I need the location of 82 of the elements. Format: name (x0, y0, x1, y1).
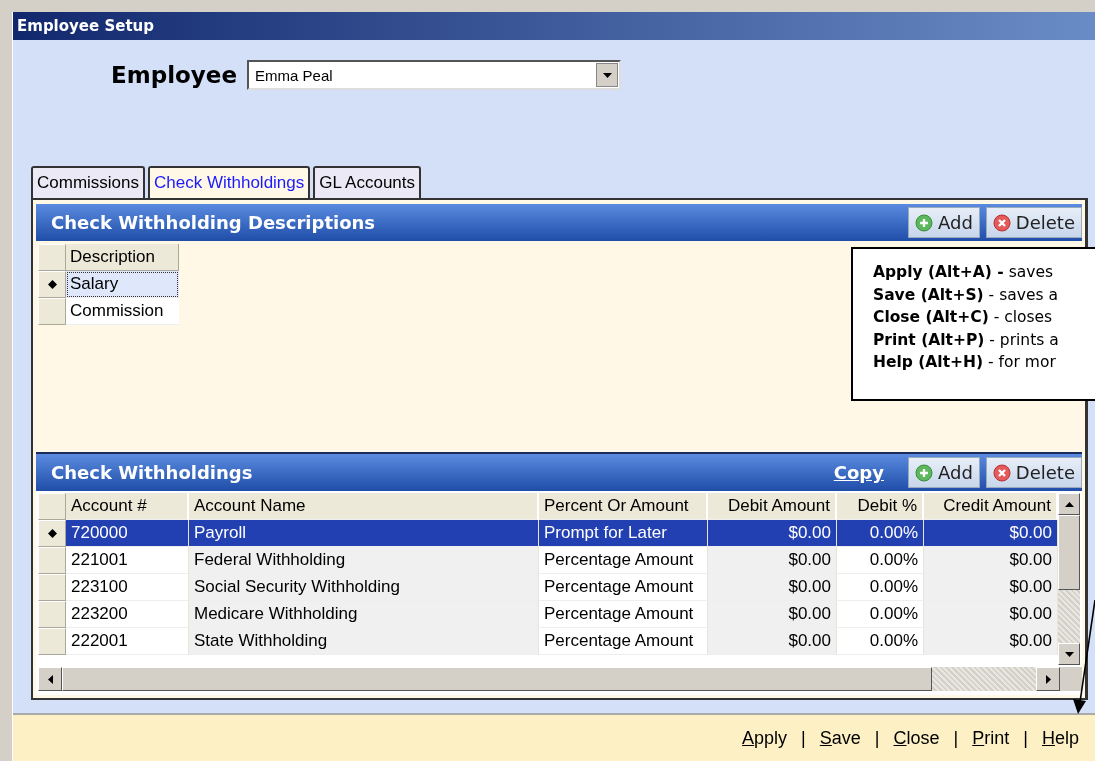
scroll-down-icon[interactable] (1064, 651, 1074, 657)
table-cell: $0.00 (924, 574, 1058, 601)
add-button[interactable]: Add (908, 457, 980, 488)
copy-link[interactable]: Copy (833, 462, 884, 483)
table-cell: 720000 (66, 520, 189, 547)
employee-dropdown[interactable]: Emma Peal (247, 60, 622, 90)
footer-link[interactable]: Print (972, 727, 1010, 749)
section-title: Check Withholdings (51, 462, 253, 483)
window-title: Employee Setup (13, 12, 1095, 40)
callout-text: Print (Alt+P) - prints a (873, 329, 1060, 351)
column-header: Description (66, 244, 179, 271)
column-header: Account Name (189, 493, 539, 520)
table-cell: 223100 (66, 574, 189, 601)
horizontal-scrollbar[interactable] (38, 667, 1082, 691)
footer-link[interactable]: Save (819, 727, 861, 749)
table-cell: 221001 (66, 547, 189, 574)
separator: | (874, 727, 880, 749)
footer-link[interactable]: Close (893, 727, 940, 749)
column-header: Account # (66, 493, 189, 520)
scroll-right-icon[interactable] (1045, 674, 1051, 684)
table-cell: $0.00 (708, 601, 837, 628)
tab[interactable]: Check Withholdings (148, 166, 311, 198)
footer-link[interactable]: Apply (742, 727, 788, 749)
add-button[interactable]: Add (908, 207, 980, 238)
scroll-left-icon[interactable] (47, 674, 53, 684)
tab[interactable]: GL Accounts (313, 166, 422, 198)
table-cell: Federal Withholding (189, 547, 539, 574)
separator: | (953, 727, 959, 749)
delete-button[interactable]: Delete (985, 457, 1082, 488)
table-cell: Percentage Amount (539, 601, 708, 628)
row-indicator-icon (47, 529, 57, 538)
table-cell: 0.00% (837, 574, 924, 601)
row-selector[interactable] (38, 271, 66, 298)
employee-label: Employee (111, 62, 238, 88)
table-cell: $0.00 (708, 628, 837, 655)
table-cell: Medicare Withholding (189, 601, 539, 628)
table-cell: 0.00% (837, 520, 924, 547)
callout-text: Help (Alt+H) - for mor (873, 352, 1057, 373)
table-cell: $0.00 (708, 547, 837, 574)
column-header: Debit Amount (708, 493, 837, 520)
table-cell: Payroll (189, 520, 539, 547)
separator: | (1023, 727, 1028, 749)
callout-text: Save (Alt+S) - saves a (873, 284, 1059, 306)
table-cell[interactable]: Commission (66, 298, 179, 325)
column-header: Percent Or Amount (539, 493, 708, 520)
table-cell: $0.00 (924, 628, 1058, 655)
table-cell: State Withholding (189, 628, 539, 655)
table-cell: $0.00 (924, 601, 1058, 628)
row-indicator-icon (47, 280, 57, 289)
table-cell[interactable]: Salary (66, 271, 179, 298)
tab[interactable]: Commissions (31, 166, 146, 198)
scroll-up-icon[interactable] (1064, 501, 1074, 507)
row-header-cell (38, 244, 66, 271)
table-cell: Percentage Amount (539, 547, 708, 574)
separator: | (801, 727, 806, 749)
table-cell: $0.00 (708, 574, 837, 601)
footer-link[interactable]: Help (1041, 727, 1079, 749)
delete-button[interactable]: Delete (985, 207, 1082, 238)
table-cell: 0.00% (837, 601, 924, 628)
table-cell: Social Security Withholding (189, 574, 539, 601)
plus-circle-icon (915, 213, 933, 232)
table-cell: 0.00% (837, 547, 924, 574)
column-header: Credit Amount (924, 493, 1058, 520)
plus-circle-icon (915, 463, 933, 482)
callout-text: Apply (Alt+A) - saves (873, 262, 1054, 283)
row-selector[interactable] (38, 520, 66, 547)
x-circle-icon (992, 213, 1011, 232)
x-circle-icon (992, 463, 1011, 482)
table-cell: 0.00% (837, 628, 924, 655)
table-cell: $0.00 (924, 520, 1058, 547)
scrollbar-corner (1060, 667, 1082, 691)
table-cell: Percentage Amount (539, 628, 708, 655)
callout-text: Close (Alt+C) - closes (873, 307, 1054, 328)
table-cell: Prompt for Later (539, 520, 708, 547)
section-title: Check Withholding Descriptions (51, 212, 376, 233)
vertical-scrollbar[interactable] (1058, 493, 1080, 665)
table-cell: Percentage Amount (539, 574, 708, 601)
table-cell: $0.00 (924, 547, 1058, 574)
table-cell: $0.00 (708, 520, 837, 547)
column-header: Debit % (837, 493, 924, 520)
table-cell: 223200 (66, 601, 189, 628)
table-cell: 222001 (66, 628, 189, 655)
